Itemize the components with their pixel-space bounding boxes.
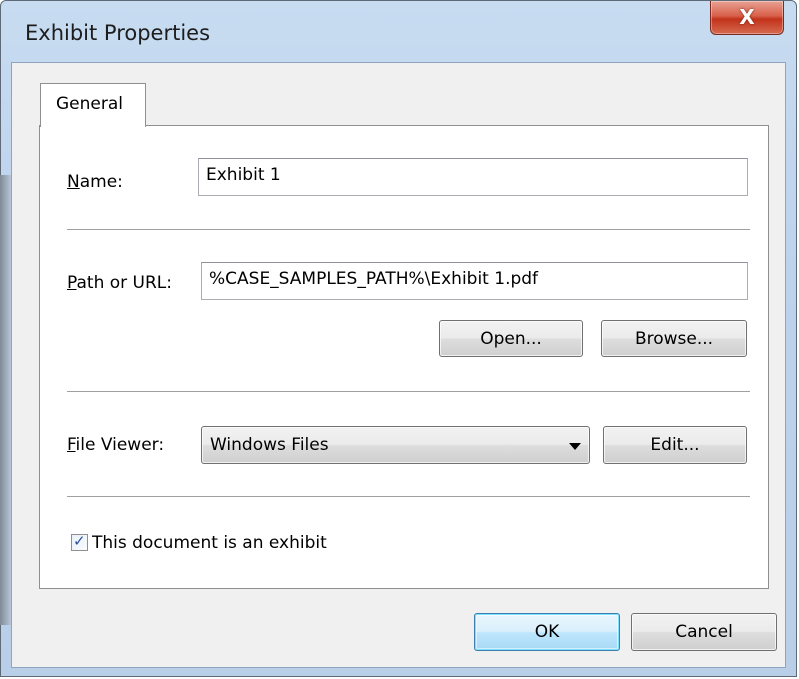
- tab-general-label: General: [56, 94, 123, 114]
- separator: [67, 391, 750, 393]
- file-viewer-label: File Viewer:: [67, 435, 165, 455]
- tab-general[interactable]: General: [40, 83, 146, 127]
- close-icon: X: [739, 5, 755, 29]
- path-label: Path or URL:: [67, 273, 173, 293]
- file-viewer-select[interactable]: Windows Files: [201, 426, 590, 464]
- open-button[interactable]: Open...: [439, 320, 583, 357]
- name-label: Name:: [67, 172, 123, 192]
- exhibit-checkbox-label[interactable]: This document is an exhibit: [92, 533, 327, 553]
- exhibit-checkbox[interactable]: ✓: [71, 532, 88, 551]
- browse-button[interactable]: Browse...: [601, 320, 747, 357]
- background-window-edge: [0, 175, 11, 625]
- separator: [67, 229, 750, 231]
- separator: [67, 496, 750, 498]
- window-title: Exhibit Properties: [25, 21, 211, 45]
- ok-button[interactable]: OK: [474, 613, 620, 651]
- name-input[interactable]: Exhibit 1: [198, 158, 748, 196]
- checkmark-icon: ✓: [73, 532, 86, 550]
- file-viewer-selected: Windows Files: [210, 435, 329, 455]
- close-button[interactable]: X: [710, 1, 784, 35]
- path-input[interactable]: %CASE_SAMPLES_PATH%\Exhibit 1.pdf: [201, 262, 748, 300]
- cancel-button[interactable]: Cancel: [631, 613, 777, 651]
- edit-viewer-button[interactable]: Edit...: [603, 426, 747, 464]
- dropdown-arrow-icon: [569, 443, 581, 450]
